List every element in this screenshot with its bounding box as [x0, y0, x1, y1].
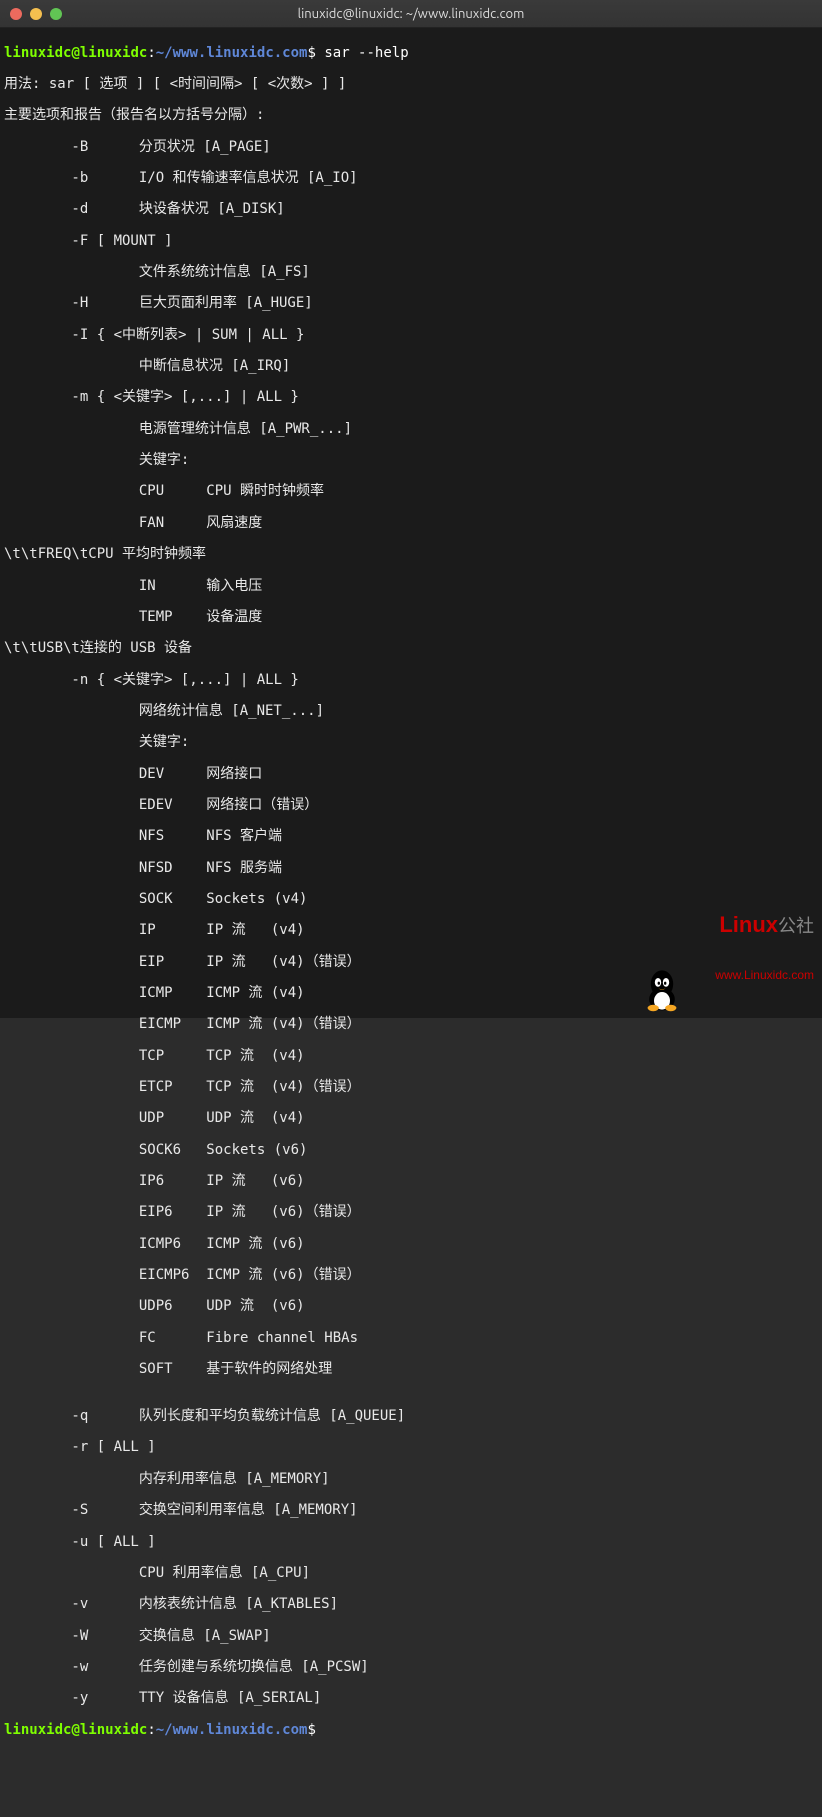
out-W: -W 交换信息 [A_SWAP] [4, 1629, 818, 1645]
out-mfreq: \t\tFREQ\tCPU 平均时钟频率 [4, 547, 818, 563]
out-nedev: EDEV 网络接口（错误） [4, 798, 818, 814]
out-m: -m { <关键字> [,...] | ALL } [4, 390, 818, 406]
out-H: -H 巨大页面利用率 [A_HUGE] [4, 296, 818, 312]
out-rmem: 内存利用率信息 [A_MEMORY] [4, 1472, 818, 1488]
out-mkey: 关键字: [4, 453, 818, 469]
out-I: -I { <中断列表> | SUM | ALL } [4, 328, 818, 344]
window-buttons [10, 8, 62, 20]
out-v: -v 内核表统计信息 [A_KTABLES] [4, 1597, 818, 1613]
out-nnet: 网络统计信息 [A_NET_...] [4, 704, 818, 720]
out-main: 主要选项和报告（报告名以方括号分隔）: [4, 108, 818, 124]
prompt-path: ~/www.linuxidc.com [156, 45, 308, 61]
out-nnfs: NFS NFS 客户端 [4, 829, 818, 845]
out-nsoft: SOFT 基于软件的网络处理 [4, 1362, 818, 1378]
out-B: -B 分页状况 [A_PAGE] [4, 140, 818, 156]
out-nip: IP IP 流 (v4) [4, 923, 818, 939]
out-nkey: 关键字: [4, 735, 818, 751]
out-r: -r [ ALL ] [4, 1440, 818, 1456]
out-netcp: ETCP TCP 流 (v4)（错误） [4, 1080, 818, 1096]
out-Ffs: 文件系统统计信息 [A_FS] [4, 265, 818, 281]
prompt-at: @ [71, 1722, 79, 1738]
out-nfc: FC Fibre channel HBAs [4, 1331, 818, 1347]
prompt-line: linuxidc@linuxidc:~/www.linuxidc.com$ sa… [4, 46, 818, 62]
prompt-dollar: $ [307, 1722, 315, 1738]
window-title: linuxidc@linuxidc: ~/www.linuxidc.com [0, 7, 822, 21]
out-nnfsd: NFSD NFS 服务端 [4, 861, 818, 877]
out-musb: \t\tUSB\t连接的 USB 设备 [4, 641, 818, 657]
out-n: -n { <关键字> [,...] | ALL } [4, 673, 818, 689]
out-mcpu: CPU CPU 瞬时时钟频率 [4, 484, 818, 500]
minimize-icon[interactable] [30, 8, 42, 20]
out-neicmp: EICMP ICMP 流 (v4)（错误） [4, 1017, 818, 1033]
out-q: -q 队列长度和平均负载统计信息 [A_QUEUE] [4, 1409, 818, 1425]
out-ndev: DEV 网络接口 [4, 767, 818, 783]
terminal-output[interactable]: linuxidc@linuxidc:~/www.linuxidc.com$ sa… [0, 28, 822, 1018]
out-mtemp: TEMP 设备温度 [4, 610, 818, 626]
out-nudp6: UDP6 UDP 流 (v6) [4, 1299, 818, 1315]
out-ntcp: TCP TCP 流 (v4) [4, 1049, 818, 1065]
prompt-host: linuxidc [80, 45, 147, 61]
prompt-host: linuxidc [80, 1722, 147, 1738]
out-nip6: IP6 IP 流 (v6) [4, 1174, 818, 1190]
out-nicmp6: ICMP6 ICMP 流 (v6) [4, 1237, 818, 1253]
out-mpwr: 电源管理统计信息 [A_PWR_...] [4, 422, 818, 438]
out-nicmp: ICMP ICMP 流 (v4) [4, 986, 818, 1002]
out-b: -b I/O 和传输速率信息状况 [A_IO] [4, 171, 818, 187]
out-ucpu: CPU 利用率信息 [A_CPU] [4, 1566, 818, 1582]
out-nudp: UDP UDP 流 (v4) [4, 1111, 818, 1127]
prompt-at: @ [71, 45, 79, 61]
close-icon[interactable] [10, 8, 22, 20]
maximize-icon[interactable] [50, 8, 62, 20]
out-mfan: FAN 风扇速度 [4, 516, 818, 532]
prompt-user: linuxidc [4, 1722, 71, 1738]
prompt-sep: : [147, 45, 155, 61]
watermark-url: www.Linuxidc.com [715, 969, 814, 982]
out-y: -y TTY 设备信息 [A_SERIAL] [4, 1691, 818, 1707]
out-u: -u [ ALL ] [4, 1535, 818, 1551]
out-nsock: SOCK Sockets (v4) [4, 892, 818, 908]
out-usage: 用法: sar [ 选项 ] [ <时间间隔> [ <次数> ] ] [4, 77, 818, 93]
out-w: -w 任务创建与系统切换信息 [A_PCSW] [4, 1660, 818, 1676]
out-neip6: EIP6 IP 流 (v6)（错误） [4, 1205, 818, 1221]
out-F: -F [ MOUNT ] [4, 234, 818, 250]
prompt-line-2: linuxidc@linuxidc:~/www.linuxidc.com$ [4, 1723, 818, 1739]
out-Iirq: 中断信息状况 [A_IRQ] [4, 359, 818, 375]
tux-icon [642, 968, 682, 1012]
out-neip: EIP IP 流 (v4)（错误） [4, 955, 818, 971]
window-titlebar: linuxidc@linuxidc: ~/www.linuxidc.com [0, 0, 822, 28]
prompt-sep: : [147, 1722, 155, 1738]
prompt-user: linuxidc [4, 45, 71, 61]
out-d: -d 块设备状况 [A_DISK] [4, 202, 818, 218]
prompt-command: sar --help [324, 45, 408, 61]
prompt-path: ~/www.linuxidc.com [156, 1722, 308, 1738]
out-S: -S 交换空间利用率信息 [A_MEMORY] [4, 1503, 818, 1519]
prompt-dollar: $ [307, 45, 315, 61]
out-min: IN 输入电压 [4, 579, 818, 595]
out-nsock6: SOCK6 Sockets (v6) [4, 1143, 818, 1159]
out-neicmp6: EICMP6 ICMP 流 (v6)（错误） [4, 1268, 818, 1284]
